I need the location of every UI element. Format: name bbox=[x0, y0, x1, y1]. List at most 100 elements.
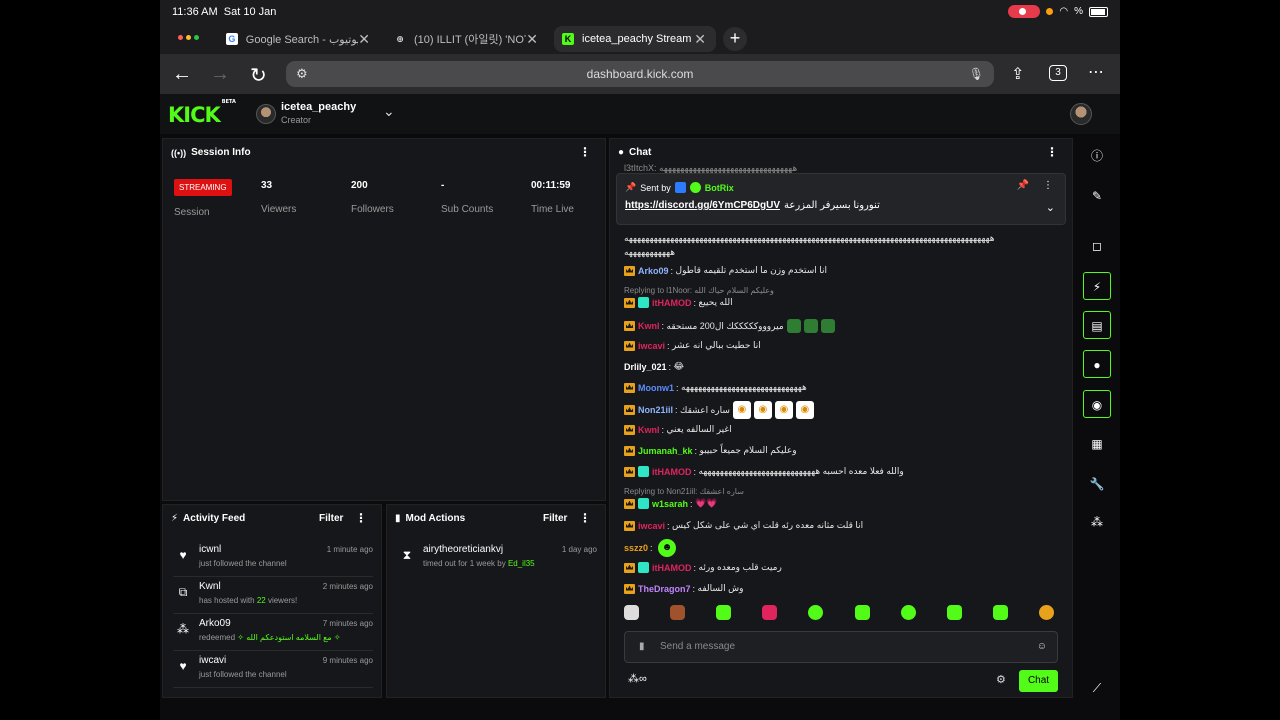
kebab-menu-icon[interactable]: ⋮ bbox=[1046, 145, 1058, 159]
streaming-badge: STREAMING bbox=[174, 179, 232, 196]
microphone-icon[interactable]: 🎙 bbox=[969, 61, 984, 87]
preview-icon[interactable]: ◻ bbox=[1083, 232, 1111, 260]
tab-close-icon[interactable]: ✕ bbox=[694, 31, 706, 48]
activity-feed-title: ⚡ Activity Feed bbox=[171, 513, 246, 524]
more-options-icon[interactable]: ⋯ bbox=[1088, 62, 1104, 82]
feed-item: ⁂ Arko09 redeemed ✧ مع السلامه استودعكم … bbox=[173, 615, 373, 651]
moderated-username[interactable]: airytheoreticiankvj bbox=[423, 544, 503, 555]
green-blob-emote-icon: ☻ bbox=[658, 539, 677, 557]
status-time: 11:36 AM Sat 10 Jan bbox=[172, 6, 277, 18]
google-favicon-icon: G bbox=[226, 33, 238, 45]
lightning-icon: ⚡ bbox=[171, 513, 179, 524]
kebab-menu-icon[interactable]: ⋮ bbox=[355, 511, 367, 525]
chat-message: itHAMOD: الله يحييع bbox=[624, 297, 733, 308]
bot-badge-icon bbox=[674, 182, 686, 193]
kick-logo[interactable]: KICKBETA bbox=[168, 99, 236, 127]
window-menu-dots-icon[interactable] bbox=[178, 35, 199, 40]
new-tab-button[interactable]: + bbox=[723, 27, 747, 51]
emote-icon[interactable] bbox=[716, 605, 732, 620]
emote-icon[interactable] bbox=[854, 605, 870, 620]
feed-timestamp: 9 minutes ago bbox=[322, 656, 373, 665]
apps-icon[interactable]: ⁂ bbox=[1083, 508, 1111, 536]
chat-panel: ● Chat ⋮ l3tItchX: هههههههههههههههههههههه… bbox=[609, 138, 1073, 698]
quick-actions-lightning-icon[interactable]: ⚡ bbox=[1083, 272, 1111, 300]
session-label: Session bbox=[174, 207, 210, 218]
tab-kick-stream[interactable]: K icetea_peachy Stream - ✕ bbox=[554, 26, 716, 52]
creator-avatar[interactable] bbox=[256, 104, 276, 124]
chat-message-overflow: هههههههههههههههههههههههههههههههههههههههه… bbox=[624, 233, 995, 243]
broadcast-toggle-icon[interactable]: ◉ bbox=[1083, 390, 1111, 418]
tab-label: icetea_peachy Stream - bbox=[582, 33, 694, 45]
channel-points-display[interactable]: ⁂∞ bbox=[628, 672, 647, 685]
cookie-emote-icon: ◉ bbox=[795, 401, 814, 419]
pinned-sender[interactable]: BotRix bbox=[705, 183, 734, 193]
crown-badge-icon bbox=[624, 424, 635, 435]
feed-username[interactable]: icwnl bbox=[199, 544, 221, 555]
mod-action-description: timed out for 1 week by Ed_il35 bbox=[423, 559, 535, 568]
info-icon[interactable]: ⓘ bbox=[1083, 142, 1111, 170]
site-settings-icon[interactable]: ⚙ bbox=[296, 61, 308, 87]
emote-icon[interactable] bbox=[992, 605, 1008, 620]
emote-icon[interactable] bbox=[946, 605, 962, 620]
user-avatar[interactable] bbox=[1070, 103, 1092, 125]
chat-message: Moonw1: هههههههههههههههههههههههههههههه bbox=[624, 382, 807, 393]
mod-filter-button[interactable]: Filter bbox=[543, 513, 567, 524]
feed-timestamp: 7 minutes ago bbox=[322, 619, 373, 628]
text-cursor-icon: ▮ bbox=[639, 641, 645, 652]
globe-favicon-icon: ⊕ bbox=[396, 33, 404, 44]
feed-username[interactable]: Kwnl bbox=[199, 581, 221, 592]
chat-settings-gear-icon[interactable]: ⚙ bbox=[996, 673, 1006, 686]
emote-icon[interactable] bbox=[1038, 605, 1054, 620]
cookie-emote-icon: ◉ bbox=[774, 401, 793, 419]
forward-arrow-icon[interactable]: → bbox=[210, 63, 230, 86]
screen-recording-icon bbox=[1008, 5, 1041, 18]
chat-message: Kwnl: ميروووكككككك ال200 مستحقه bbox=[624, 319, 835, 333]
tab-google-search[interactable]: G Google Search - يوتيوب ✕ bbox=[218, 26, 380, 52]
tab-illit-video[interactable]: ⊕ (10) ILLIT (아일릿) 'NOT CUTE ANYMORE' ✕ bbox=[386, 26, 548, 52]
tab-overview-button[interactable]: 3 bbox=[1049, 65, 1067, 81]
layout-icon[interactable]: ▦ bbox=[1083, 430, 1111, 458]
chat-toggle-icon[interactable]: ● bbox=[1083, 350, 1111, 378]
activity-filter-button[interactable]: Filter bbox=[319, 513, 343, 524]
chat-message-overflow: هههههههههههه bbox=[624, 247, 676, 257]
chat-message: iwcavi: انا قلت مثانه معده رئه قلت اي شي… bbox=[624, 520, 863, 531]
emote-icon[interactable] bbox=[900, 605, 916, 620]
emote-icon[interactable] bbox=[670, 605, 686, 620]
kebab-menu-icon[interactable]: ⋮ bbox=[579, 511, 591, 525]
percent-icon: % bbox=[1074, 6, 1083, 17]
emoji-picker-icon[interactable]: ☺ bbox=[1037, 632, 1047, 662]
pinned-link[interactable]: https://discord.gg/6YmCP6DgUV bbox=[625, 200, 780, 211]
share-icon[interactable]: ⇪ bbox=[1011, 64, 1024, 84]
tab-close-icon[interactable]: ✕ bbox=[526, 31, 538, 48]
crown-badge-icon bbox=[624, 498, 635, 509]
creator-name[interactable]: icetea_peachy bbox=[281, 101, 356, 113]
emote-icon[interactable] bbox=[624, 605, 639, 620]
kebab-menu-icon[interactable]: ⋮ bbox=[579, 145, 591, 159]
crown-badge-icon bbox=[624, 466, 635, 477]
address-bar[interactable]: ⚙ dashboard.kick.com 🎙 bbox=[286, 61, 994, 87]
channel-switch-chevron-icon[interactable]: ⌄ bbox=[383, 103, 395, 120]
chat-message-input[interactable]: Send a message ▮ ☺ bbox=[624, 631, 1058, 663]
feed-timestamp: 1 minute ago bbox=[326, 545, 373, 554]
feed-username[interactable]: iwcavi bbox=[199, 655, 226, 666]
tab-close-icon[interactable]: ✕ bbox=[358, 31, 370, 48]
reload-icon[interactable]: ↻ bbox=[250, 63, 267, 88]
verified-icon bbox=[689, 182, 701, 193]
expand-chevron-icon[interactable]: ⌄ bbox=[1046, 201, 1055, 214]
feed-username[interactable]: Arko09 bbox=[199, 618, 231, 629]
stat-viewers: 33 Viewers bbox=[261, 180, 297, 215]
url-text: dashboard.kick.com bbox=[586, 67, 694, 81]
resize-handle-icon[interactable]: ⟋ bbox=[1083, 674, 1111, 702]
unpin-icon[interactable]: 📌 bbox=[1017, 180, 1029, 191]
edit-pencil-icon[interactable]: ✎ bbox=[1083, 182, 1111, 210]
back-arrow-icon[interactable]: ← bbox=[172, 63, 192, 86]
crown-badge-icon bbox=[624, 520, 635, 531]
tab-label: (10) ILLIT (아일릿) 'NOT CUTE ANYMORE' bbox=[414, 34, 526, 46]
wrench-icon[interactable]: 🔧 bbox=[1083, 470, 1111, 498]
emote-icon[interactable] bbox=[762, 605, 778, 620]
host-icon: ⧉ bbox=[178, 585, 188, 599]
pinned-menu-icon[interactable]: ⋮ bbox=[1043, 180, 1053, 191]
session-info-toggle-icon[interactable]: ▤ bbox=[1083, 311, 1111, 339]
emote-icon[interactable] bbox=[808, 605, 824, 620]
send-chat-button[interactable]: Chat bbox=[1019, 670, 1058, 692]
